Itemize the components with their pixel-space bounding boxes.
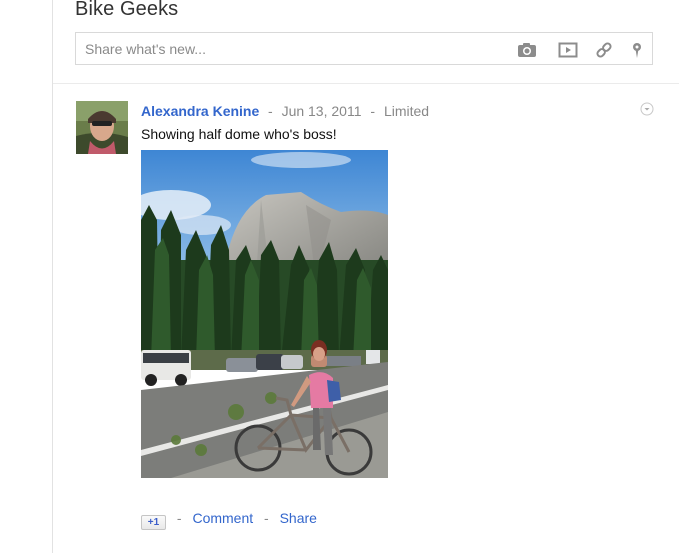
location-pin-icon[interactable]: [627, 41, 647, 59]
post-actions: +1 - Comment - Share: [141, 510, 317, 530]
plus-one-button[interactable]: +1: [141, 515, 166, 530]
action-separator: -: [264, 510, 269, 526]
avatar[interactable]: [76, 101, 128, 154]
divider: [53, 83, 679, 84]
post-meta: - Jun 13, 2011 - Limited: [268, 103, 434, 119]
meta-separator: -: [370, 103, 376, 119]
meta-separator: -: [268, 103, 273, 119]
share-box[interactable]: Share what's new...: [75, 32, 653, 65]
video-icon[interactable]: [558, 41, 578, 59]
right-gutter: [680, 0, 697, 553]
link-icon[interactable]: [594, 41, 614, 59]
share-input[interactable]: Share what's new...: [85, 41, 206, 57]
action-separator: -: [176, 510, 182, 526]
post-menu-chevron-icon[interactable]: [640, 102, 654, 116]
share-link[interactable]: Share: [280, 510, 317, 526]
post-date[interactable]: Jun 13, 2011: [282, 103, 362, 119]
page-title: Bike Geeks: [75, 0, 179, 20]
post-photo[interactable]: [141, 150, 388, 478]
post-text: Showing half dome who's boss!: [141, 126, 337, 142]
visibility-label[interactable]: Limited: [384, 103, 429, 119]
comment-link[interactable]: Comment: [192, 510, 253, 526]
author-name[interactable]: Alexandra Kenine: [141, 103, 259, 119]
camera-icon[interactable]: [517, 41, 537, 59]
